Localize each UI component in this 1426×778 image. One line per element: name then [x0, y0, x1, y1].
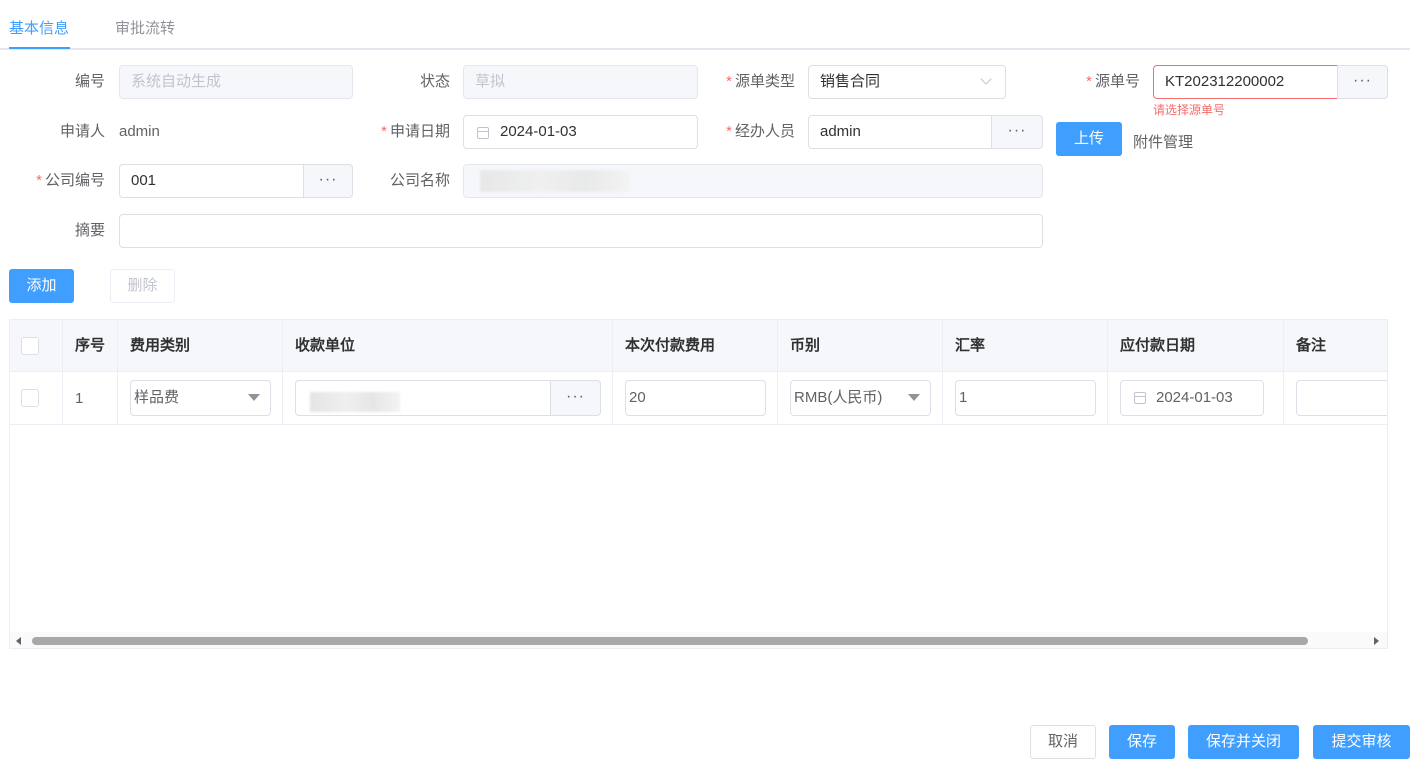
- redacted-payee: [310, 392, 400, 412]
- fee-type-value: 样品费: [134, 389, 180, 406]
- attachment-manage-link[interactable]: 附件管理: [1133, 131, 1193, 152]
- status-label: 状态: [419, 73, 450, 90]
- horizontal-scrollbar[interactable]: [10, 632, 1387, 648]
- column-header: 币别: [790, 337, 821, 354]
- applicant-value: admin: [119, 123, 160, 140]
- redacted-company-name: [480, 170, 630, 192]
- apply-date-label: * 申请日期: [355, 115, 450, 149]
- apply-date-label-text: 申请日期: [389, 123, 450, 140]
- source-type-label-text: 源单类型: [734, 73, 795, 90]
- column-divider: [777, 320, 778, 425]
- company-name-label: 公司名称: [389, 172, 450, 189]
- due-date-value: 2024-01-03: [1156, 389, 1233, 406]
- tab-basic-info[interactable]: 基本信息: [9, 17, 69, 38]
- required-mark: *: [726, 73, 732, 90]
- source-no-error: 请选择源单号: [1153, 103, 1226, 117]
- code-field: 系统自动生成: [119, 65, 353, 99]
- scrollbar-thumb[interactable]: [32, 637, 1308, 645]
- company-code-input[interactable]: 001: [119, 164, 304, 198]
- rate-input[interactable]: 1: [955, 380, 1096, 416]
- column-header: 本次付款费用: [625, 337, 716, 354]
- code-label: 编号: [74, 73, 105, 90]
- source-no-label-text: 源单号: [1094, 73, 1140, 90]
- submit-review-button[interactable]: 提交审核: [1313, 725, 1410, 759]
- required-mark: *: [381, 123, 387, 140]
- handler-label-text: 经办人员: [734, 123, 795, 140]
- cancel-button[interactable]: 取消: [1030, 725, 1096, 759]
- caret-down-icon: [248, 394, 260, 401]
- row-index: 1: [75, 390, 84, 407]
- currency-value: RMB(人民币): [794, 389, 883, 406]
- required-mark: *: [1086, 73, 1092, 90]
- delete-row-button[interactable]: 删除: [110, 269, 175, 303]
- source-no-label: * 源单号: [1050, 65, 1140, 99]
- select-all-checkbox[interactable]: [21, 337, 39, 355]
- scroll-left-icon[interactable]: [16, 637, 21, 645]
- column-header: 序号: [75, 337, 106, 354]
- caret-down-icon: [908, 394, 920, 401]
- table-header: 序号 费用类别 收款单位 本次付款费用 币别 汇率 应付款日期 备注: [10, 320, 1387, 372]
- tab-bar: 基本信息 审批流转: [0, 0, 1410, 50]
- handler-lookup-button[interactable]: ···: [991, 115, 1043, 149]
- column-header: 收款单位: [295, 337, 356, 354]
- due-date-picker[interactable]: 2024-01-03: [1120, 380, 1264, 416]
- column-divider: [62, 320, 63, 425]
- column-divider: [612, 320, 613, 425]
- active-tab-indicator: [9, 47, 70, 49]
- calendar-icon: [477, 127, 489, 139]
- company-code-lookup-button[interactable]: ···: [303, 164, 353, 198]
- column-divider: [942, 320, 943, 425]
- payee-lookup-button[interactable]: ···: [550, 380, 601, 416]
- source-no-lookup-button[interactable]: ···: [1337, 65, 1388, 99]
- chevron-down-icon: [980, 73, 992, 85]
- source-no-input[interactable]: KT202312200002: [1153, 65, 1338, 99]
- fee-table: 序号 费用类别 收款单位 本次付款费用 币别 汇率 应付款日期 备注 1 样品费…: [9, 319, 1388, 649]
- scroll-right-icon[interactable]: [1374, 637, 1379, 645]
- source-type-label: * 源单类型: [700, 65, 795, 99]
- source-type-value: 销售合同: [820, 73, 881, 90]
- column-divider: [282, 320, 283, 425]
- column-divider: [117, 320, 118, 425]
- column-header: 应付款日期: [1120, 337, 1196, 354]
- row-checkbox[interactable]: [21, 389, 39, 407]
- company-code-label: * 公司编号: [10, 164, 105, 198]
- source-type-select[interactable]: 销售合同: [808, 65, 1006, 99]
- add-row-button[interactable]: 添加: [9, 269, 74, 303]
- applicant-label: 申请人: [59, 123, 105, 140]
- fee-type-select[interactable]: 样品费: [130, 380, 271, 416]
- calendar-icon: [1134, 392, 1146, 404]
- tab-approval-flow[interactable]: 审批流转: [115, 17, 175, 38]
- save-button[interactable]: 保存: [1109, 725, 1175, 759]
- amount-input[interactable]: 20: [625, 380, 766, 416]
- summary-label: 摘要: [74, 222, 105, 239]
- note-input[interactable]: [1296, 380, 1387, 416]
- apply-date-picker[interactable]: 2024-01-03: [463, 115, 698, 149]
- column-header: 汇率: [955, 337, 986, 354]
- column-header: 费用类别: [130, 337, 191, 354]
- required-mark: *: [726, 123, 732, 140]
- required-mark: *: [36, 172, 42, 189]
- apply-date-value: 2024-01-03: [500, 123, 577, 140]
- handler-label: * 经办人员: [700, 115, 795, 149]
- column-divider: [1283, 320, 1284, 425]
- summary-input[interactable]: [119, 214, 1043, 248]
- upload-button[interactable]: 上传: [1056, 122, 1122, 156]
- table-row: 1 样品费 ··· 20 RMB(人民币) 1 2024-01-03: [10, 372, 1387, 425]
- handler-input[interactable]: admin: [808, 115, 992, 149]
- status-field: 草拟: [463, 65, 698, 99]
- save-and-close-button[interactable]: 保存并关闭: [1188, 725, 1299, 759]
- column-divider: [1107, 320, 1108, 425]
- currency-select[interactable]: RMB(人民币): [790, 380, 931, 416]
- column-header: 备注: [1296, 337, 1327, 354]
- company-code-label-text: 公司编号: [44, 172, 105, 189]
